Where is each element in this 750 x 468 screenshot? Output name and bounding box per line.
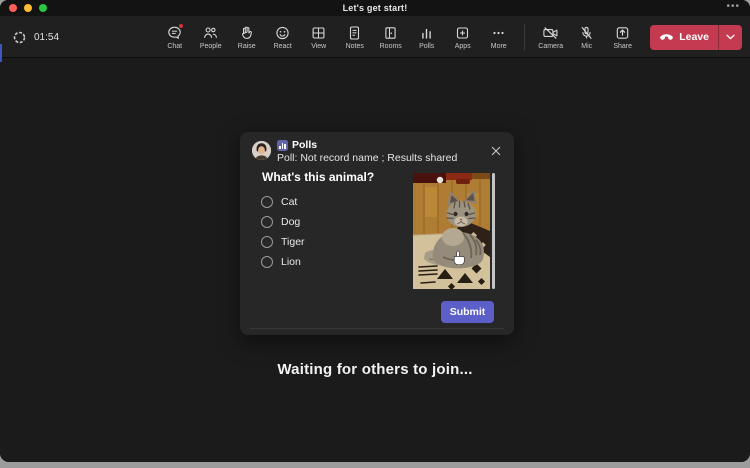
rooms-button[interactable]: Rooms	[374, 18, 407, 56]
cat-photo	[413, 173, 490, 289]
react-smiley-icon	[276, 26, 289, 39]
apps-plus-icon	[457, 26, 469, 39]
react-button[interactable]: React	[266, 18, 299, 56]
share-screen-icon	[616, 26, 629, 39]
poll-footer-divider	[250, 328, 504, 329]
camera-label: Camera	[538, 42, 564, 50]
leave-label: Leave	[679, 31, 709, 43]
option-label: Cat	[281, 196, 298, 208]
option-label: Lion	[281, 256, 301, 268]
leave-button-main[interactable]: Leave	[650, 25, 718, 50]
polls-bars-icon	[422, 28, 432, 39]
poll-question: What's this animal?	[262, 170, 375, 184]
poll-header-text: Polls Poll: Not record name ; Results sh…	[277, 139, 457, 164]
radio-button[interactable]	[261, 196, 273, 208]
traffic-lights	[9, 4, 47, 12]
raise-label: Raise	[237, 42, 256, 50]
apps-label: Apps	[454, 42, 471, 50]
poll-popup: Polls Poll: Not record name ; Results sh…	[240, 132, 514, 335]
polls-button[interactable]: Polls	[410, 18, 443, 56]
meeting-stage: Polls Poll: Not record name ; Results sh…	[0, 58, 750, 462]
view-button[interactable]: View	[302, 18, 335, 56]
poll-app-title: Polls	[292, 139, 318, 151]
raise-hand-icon	[242, 26, 253, 39]
hangup-phone-icon	[660, 34, 674, 40]
notes-icon	[350, 25, 360, 40]
more-button[interactable]: More	[482, 18, 515, 56]
timer-icon	[13, 31, 26, 43]
people-label: People	[199, 42, 222, 50]
people-icon	[204, 26, 218, 38]
chat-notification-badge	[178, 23, 185, 29]
avatar-photo	[252, 141, 271, 160]
people-button[interactable]: People	[194, 18, 227, 56]
submit-button[interactable]: Submit	[441, 301, 494, 323]
notes-label: Notes	[345, 42, 364, 50]
chevron-down-icon	[726, 34, 735, 40]
poll-subtitle: Poll: Not record name ; Results shared	[277, 152, 458, 164]
chat-button[interactable]: Chat	[158, 18, 191, 56]
minimize-window-button[interactable]	[24, 4, 32, 12]
toolbar-buttons: Chat People Raise React View Notes Rooms…	[158, 16, 742, 58]
poll-app-row: Polls	[277, 139, 457, 151]
background-window-sliver	[0, 44, 2, 62]
poll-option-dog[interactable]: Dog	[261, 216, 305, 228]
chat-label: Chat	[167, 42, 183, 50]
rooms-label: Rooms	[379, 42, 402, 50]
raise-hand-button[interactable]: Raise	[230, 18, 263, 56]
mic-label: Mic	[581, 42, 593, 50]
share-button[interactable]: Share	[606, 18, 639, 56]
view-grid-icon	[312, 26, 325, 39]
close-window-button[interactable]	[9, 4, 17, 12]
meeting-title: Let's get start!	[342, 3, 408, 13]
zoom-window-button[interactable]	[39, 4, 47, 12]
radio-button[interactable]	[261, 216, 273, 228]
camera-off-icon	[543, 26, 558, 39]
titlebar: Let's get start! •••	[0, 0, 750, 16]
mic-off-icon	[581, 26, 592, 39]
close-icon	[491, 146, 501, 156]
timer-value: 01:54	[34, 31, 60, 43]
sender-avatar	[252, 141, 271, 160]
poll-option-tiger[interactable]: Tiger	[261, 236, 305, 248]
mic-button[interactable]: Mic	[570, 18, 603, 56]
more-dots-icon	[493, 31, 504, 34]
teams-meeting-window: Let's get start! ••• 01:54 Chat People R…	[0, 0, 750, 462]
more-label: More	[490, 42, 507, 50]
poll-option-lion[interactable]: Lion	[261, 256, 305, 268]
toolbar-divider	[524, 24, 526, 50]
meeting-toolbar: 01:54 Chat People Raise React View Notes…	[0, 16, 750, 58]
window-overflow-icon[interactable]: •••	[726, 1, 740, 12]
radio-button[interactable]	[261, 236, 273, 248]
poll-option-cat[interactable]: Cat	[261, 196, 305, 208]
leave-button[interactable]: Leave	[650, 24, 742, 50]
poll-image-cat[interactable]	[413, 173, 490, 289]
leave-options-button[interactable]	[719, 25, 742, 50]
notes-button[interactable]: Notes	[338, 18, 371, 56]
share-label: Share	[613, 42, 633, 50]
waiting-message: Waiting for others to join...	[277, 361, 473, 378]
close-poll-button[interactable]	[489, 144, 503, 158]
poll-popup-header: Polls Poll: Not record name ; Results sh…	[252, 139, 482, 164]
polls-app-icon	[277, 139, 288, 151]
apps-button[interactable]: Apps	[446, 18, 479, 56]
meeting-timer: 01:54	[13, 16, 59, 58]
option-label: Tiger	[281, 236, 305, 248]
camera-button[interactable]: Camera	[534, 18, 567, 56]
view-label: View	[311, 42, 327, 50]
option-label: Dog	[281, 216, 301, 228]
rooms-door-icon	[385, 26, 396, 39]
image-scrollbar[interactable]	[492, 173, 495, 289]
react-label: React	[273, 42, 292, 50]
poll-options: Cat Dog Tiger Lion	[261, 196, 305, 268]
radio-button[interactable]	[261, 256, 273, 268]
polls-label: Polls	[419, 42, 435, 50]
